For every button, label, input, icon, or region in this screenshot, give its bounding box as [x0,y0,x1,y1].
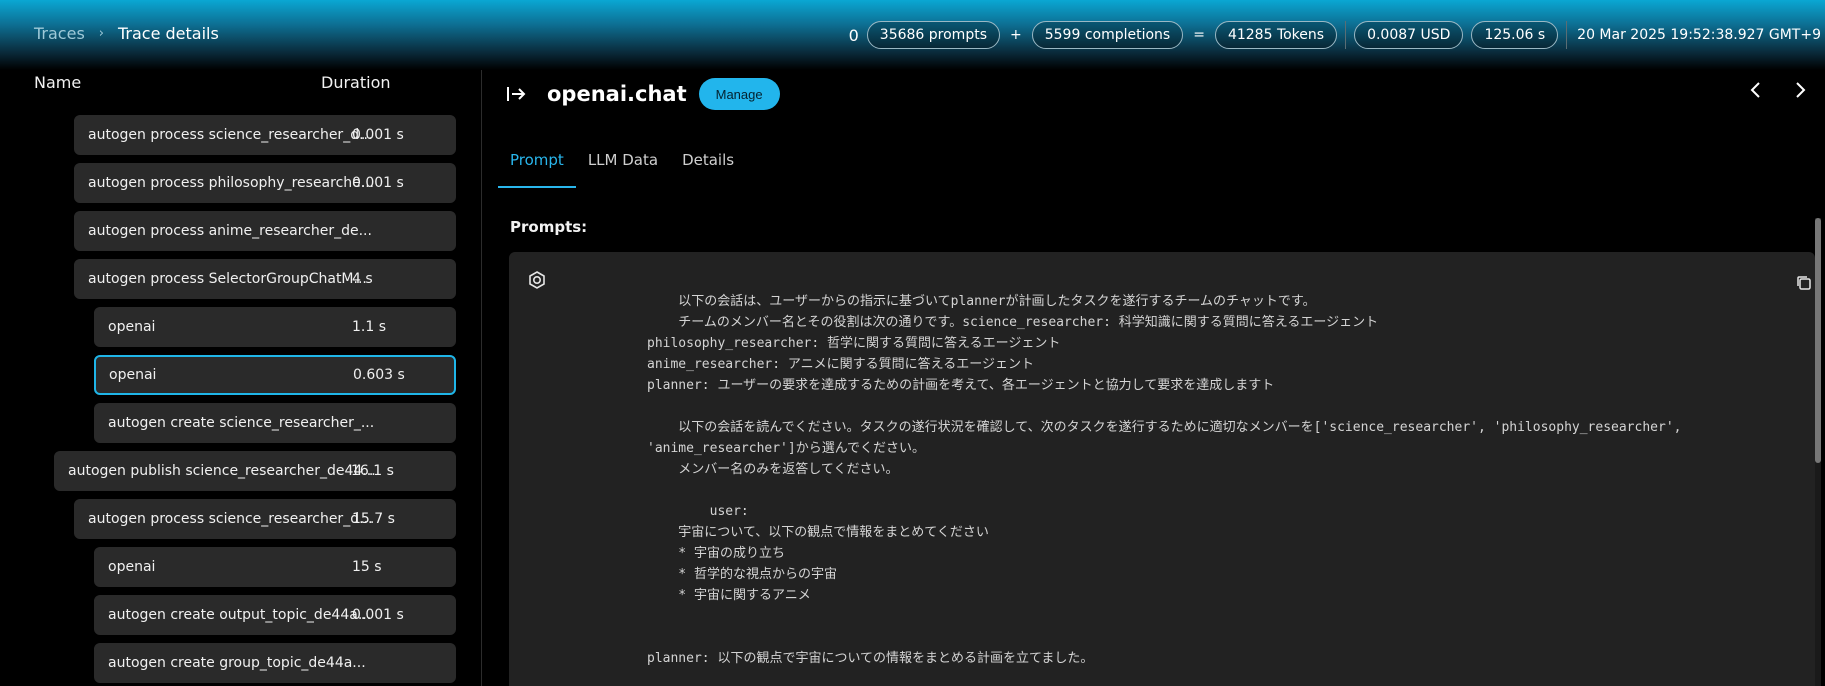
span-duration: 16.1 s [351,463,394,479]
span-title: openai.chat [547,82,687,106]
breadcrumb-separator-icon: › [98,26,104,41]
span-name: autogen process anime_researcher_de... [88,223,372,239]
span-duration: 0.001 s [352,127,404,143]
span-duration: 1.1 s [352,319,387,335]
span-name: autogen publish science_researcher_de44.… [68,463,376,479]
plus-sign: + [1010,27,1022,43]
prompt-message-box: 以下の会話は、ユーザーからの指示に基づいてplannerが計画したタスクを遂行す… [509,252,1815,686]
chevron-left-icon[interactable] [1746,80,1766,100]
trace-timestamp: 20 Mar 2025 19:52:38.927 GMT+9 [1577,27,1821,43]
stats-divider-2 [1566,21,1568,49]
breadcrumb: Traces › Trace details [34,24,219,43]
span-duration: 0.001 s [352,607,404,623]
prompt-tokens-badge: 35686 prompts [866,21,1000,49]
enter-arrow-icon[interactable] [506,84,526,104]
panel-header: openai.chat Manage [506,78,780,110]
span-duration: 0.603 s [353,367,405,383]
stats-divider [1345,21,1347,49]
span-tree-row[interactable]: openai 1.1 s [94,307,456,347]
span-tree-row[interactable]: autogen create science_researcher_... [94,403,456,443]
manage-button[interactable]: Manage [698,78,780,110]
completion-tokens-badge: 5599 completions [1031,21,1184,49]
trace-stats: 0 35686 prompts + 5599 completions = 412… [849,21,1821,49]
span-tree-row[interactable]: autogen process science_researcher_d... 1… [74,499,456,539]
scrollbar-thumb[interactable] [1815,218,1821,463]
span-name: autogen create output_topic_de44a... [108,607,372,623]
duration-column-header: Duration [321,73,391,92]
breadcrumb-current: Trace details [117,24,219,43]
cost-badge: 0.0087 USD [1354,21,1464,49]
prompt-scrollbar[interactable] [1815,218,1821,686]
span-tree-row[interactable]: autogen process philosophy_researche... 0… [74,163,456,203]
span-name: autogen process science_researcher_d... [88,127,373,143]
span-duration: 15 s [352,559,382,575]
stats-spacer [1463,21,1471,49]
span-name: autogen create group_topic_de44a... [108,655,366,671]
stat-count: 0 [848,25,859,45]
detail-tabs: Prompt LLM Data Details [498,145,746,188]
chevron-right-icon[interactable] [1790,80,1810,100]
span-name: autogen process SelectorGroupChatM... [88,271,367,287]
span-tree-row[interactable]: autogen create output_topic_de44a... 0.00… [94,595,456,635]
tab-prompt[interactable]: Prompt [498,145,576,188]
span-name: autogen create science_researcher_... [108,415,375,431]
panel-divider[interactable] [481,70,482,686]
span-duration: 4 s [352,271,373,287]
name-column-header: Name [34,73,82,92]
span-duration: 15.7 s [352,511,395,527]
span-tree-row[interactable]: openai 0.603 s [94,355,456,395]
span-duration: 0.001 s [352,175,404,191]
span-tree-row[interactable]: autogen publish science_researcher_de44.… [54,451,456,491]
span-name: openai [109,367,157,383]
span-tree-row[interactable]: autogen process science_researcher_d... 0… [74,115,456,155]
duration-badge: 125.06 s [1471,21,1559,49]
span-tree-row[interactable]: autogen create group_topic_de44a... [94,643,456,683]
equals-sign: = [1193,27,1205,43]
span-name: autogen process science_researcher_d... [88,511,373,527]
span-tree-row[interactable]: openai 15 s [94,547,456,587]
span-tree-row[interactable]: autogen process anime_researcher_de... [74,211,456,251]
top-bar: Traces › Trace details 0 35686 prompts +… [0,0,1825,70]
openai-logo-icon [529,271,545,289]
prompt-content: 以下の会話は、ユーザーからの指示に基づいてplannerが計画したタスクを遂行す… [647,294,1682,666]
total-tokens-badge: 41285 Tokens [1214,21,1338,49]
span-name: openai [108,559,156,575]
breadcrumb-traces-link[interactable]: Traces [34,24,85,43]
span-tree: autogen process science_researcher_d... 0… [0,115,470,686]
copy-icon[interactable] [1795,274,1813,292]
tab-llm-data[interactable]: LLM Data [576,145,670,188]
span-tree-row[interactable]: autogen process SelectorGroupChatM... 4 s [74,259,456,299]
span-name: autogen process philosophy_researche... [88,175,375,191]
span-name: openai [108,319,156,335]
prompts-heading: Prompts: [510,218,588,236]
tab-details[interactable]: Details [670,145,746,188]
